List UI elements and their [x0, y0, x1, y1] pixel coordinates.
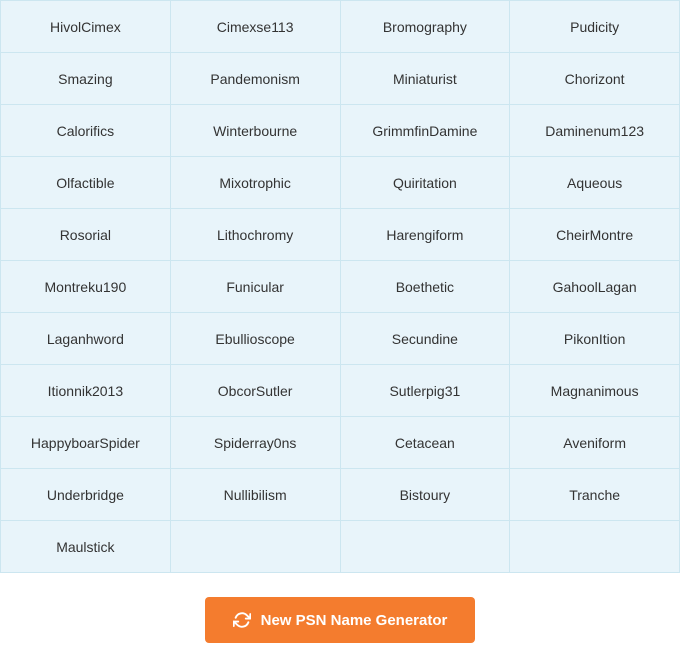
- grid-cell[interactable]: Mixotrophic: [171, 157, 341, 209]
- grid-cell[interactable]: Magnanimous: [510, 365, 680, 417]
- grid-cell[interactable]: GrimmfinDamine: [341, 105, 511, 157]
- generator-button[interactable]: New PSN Name Generator: [205, 597, 476, 643]
- grid-cell[interactable]: Laganhword: [1, 313, 171, 365]
- grid-cell[interactable]: Spiderray0ns: [171, 417, 341, 469]
- grid-cell[interactable]: [510, 521, 680, 573]
- grid-cell[interactable]: Quiritation: [341, 157, 511, 209]
- grid-cell[interactable]: Pandemonism: [171, 53, 341, 105]
- grid-cell[interactable]: Underbridge: [1, 469, 171, 521]
- grid-cell[interactable]: Cimexse113: [171, 1, 341, 53]
- generator-button-label: New PSN Name Generator: [261, 612, 448, 629]
- grid-cell[interactable]: Smazing: [1, 53, 171, 105]
- grid-cell[interactable]: Winterbourne: [171, 105, 341, 157]
- grid-cell[interactable]: Itionnik2013: [1, 365, 171, 417]
- grid-cell[interactable]: Aveniform: [510, 417, 680, 469]
- grid-cell[interactable]: HivolCimex: [1, 1, 171, 53]
- grid-cell[interactable]: Calorifics: [1, 105, 171, 157]
- grid-cell[interactable]: Olfactible: [1, 157, 171, 209]
- grid-cell[interactable]: Aqueous: [510, 157, 680, 209]
- refresh-icon: [233, 611, 251, 629]
- bottom-section: New PSN Name Generator: [0, 573, 680, 663]
- grid-cell[interactable]: Funicular: [171, 261, 341, 313]
- grid-cell[interactable]: [171, 521, 341, 573]
- grid-cell[interactable]: Tranche: [510, 469, 680, 521]
- grid-cell[interactable]: Harengiform: [341, 209, 511, 261]
- grid-cell[interactable]: Bistoury: [341, 469, 511, 521]
- grid-cell[interactable]: Nullibilism: [171, 469, 341, 521]
- grid-cell[interactable]: Boethetic: [341, 261, 511, 313]
- grid-cell[interactable]: Chorizont: [510, 53, 680, 105]
- grid-cell[interactable]: Secundine: [341, 313, 511, 365]
- grid-cell[interactable]: Daminenum123: [510, 105, 680, 157]
- grid-cell[interactable]: Sutlerpig31: [341, 365, 511, 417]
- grid-cell[interactable]: Ebullioscope: [171, 313, 341, 365]
- grid-cell[interactable]: HappyboarSpider: [1, 417, 171, 469]
- grid-cell[interactable]: Rosorial: [1, 209, 171, 261]
- grid-cell[interactable]: GahoolLagan: [510, 261, 680, 313]
- grid-cell[interactable]: PikonItion: [510, 313, 680, 365]
- grid-cell[interactable]: ObcorSutler: [171, 365, 341, 417]
- grid-cell[interactable]: Miniaturist: [341, 53, 511, 105]
- grid-container: HivolCimexCimexse113BromographyPudicity S…: [0, 0, 680, 573]
- grid-cell[interactable]: Cetacean: [341, 417, 511, 469]
- grid-cell[interactable]: [341, 521, 511, 573]
- grid-cell[interactable]: Pudicity: [510, 1, 680, 53]
- grid-cell[interactable]: CheirMontre: [510, 209, 680, 261]
- grid-cell[interactable]: Montreku190: [1, 261, 171, 313]
- grid-cell[interactable]: Lithochromy: [171, 209, 341, 261]
- grid-cell[interactable]: Maulstick: [1, 521, 171, 573]
- grid-cell[interactable]: Bromography: [341, 1, 511, 53]
